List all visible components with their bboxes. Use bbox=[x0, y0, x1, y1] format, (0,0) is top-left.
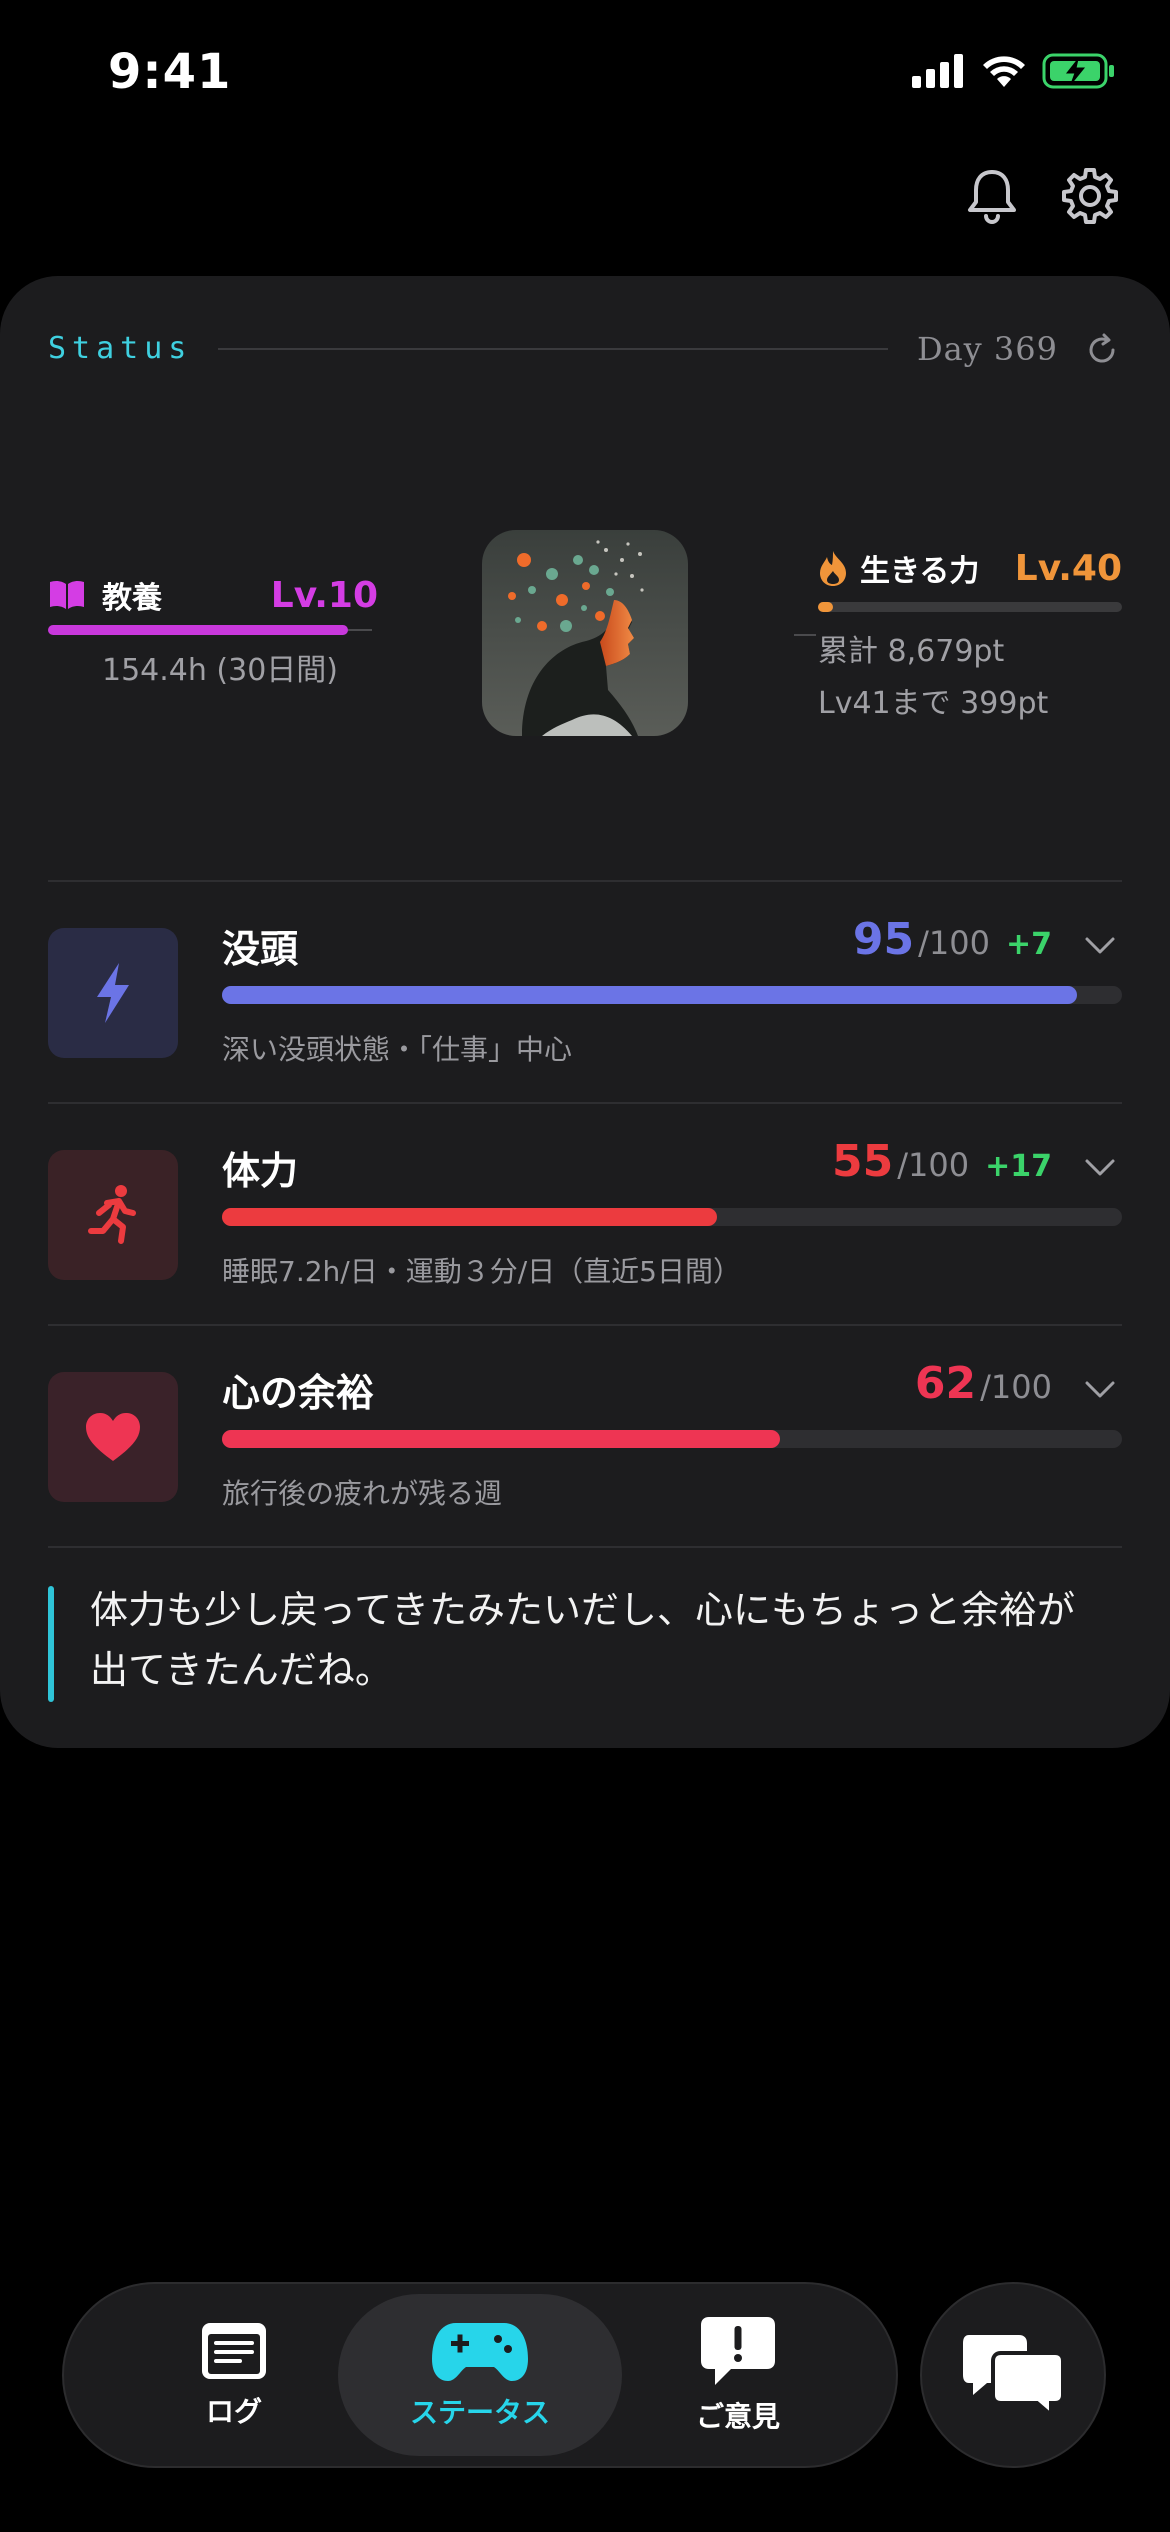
immersion-icon-tile bbox=[48, 928, 178, 1058]
day-counter: Day 369 bbox=[916, 330, 1058, 368]
settings-button[interactable] bbox=[1054, 160, 1126, 232]
assistant-comment: 体力も少し戻ってきたみたいだし、心にもちょっと余裕が出てきたんだね。 bbox=[48, 1586, 1108, 1702]
stat-row-composure[interactable]: 心の余裕 62 /100 旅行後の疲れが残る週 bbox=[48, 1326, 1122, 1546]
stat-name: 没頭 bbox=[222, 927, 299, 971]
stat-progress-bar bbox=[222, 1430, 1122, 1448]
score-delta: +17 bbox=[985, 1149, 1052, 1184]
score-max: /100 bbox=[897, 1146, 970, 1184]
stat-note: 深い没頭状態・「仕事」中心 bbox=[222, 1033, 573, 1066]
stat-progress-fill bbox=[222, 1208, 717, 1226]
avatar-image bbox=[482, 530, 688, 736]
chat-button[interactable] bbox=[920, 2282, 1106, 2468]
stat-row-immersion[interactable]: 没頭 95 /100 +7 深い没頭状態・「仕事」中心 bbox=[48, 882, 1122, 1102]
comment-text: 体力も少し戻ってきたみたいだし、心にもちょっと余裕が出てきたんだね。 bbox=[90, 1588, 1075, 1692]
culture-hours: 154.4h (30日間) bbox=[102, 653, 339, 688]
tab-feedback-label: ご意見 bbox=[695, 2400, 780, 2433]
running-icon bbox=[88, 1185, 136, 1244]
connector-line-left bbox=[348, 629, 372, 631]
culture-progress-bar bbox=[48, 625, 348, 635]
life-power-progress-bar bbox=[818, 602, 1122, 612]
log-icon bbox=[202, 2323, 266, 2379]
life-power-label: 生きる力 bbox=[860, 554, 980, 589]
stat-score: 95 /100 +7 bbox=[853, 914, 1052, 965]
quote-accent-bar bbox=[48, 1586, 54, 1702]
tab-feedback[interactable]: ご意見 bbox=[668, 2284, 808, 2466]
life-power-level-value: Lv.40 bbox=[1014, 547, 1122, 589]
life-power-level: 生きる力 Lv.40 累計 8,679pt Lv41まで 399pt bbox=[818, 544, 1122, 730]
bell-icon bbox=[968, 170, 1016, 224]
system-status-bar: 9:41 bbox=[0, 0, 1170, 140]
refresh-icon[interactable] bbox=[1084, 332, 1120, 368]
stat-note: 睡眠7.2h/日・運動３分/日（直近5日間） bbox=[222, 1255, 741, 1288]
section-divider bbox=[48, 1546, 1122, 1548]
chevron-down-icon[interactable] bbox=[1082, 1372, 1118, 1408]
feedback-icon bbox=[701, 2317, 775, 2385]
culture-level-value: Lv.10 bbox=[270, 574, 378, 616]
book-icon bbox=[50, 580, 84, 609]
chevron-down-icon[interactable] bbox=[1082, 928, 1118, 964]
score-max: /100 bbox=[918, 924, 990, 962]
stat-progress-fill bbox=[222, 1430, 780, 1448]
stat-score: 55 /100 +17 bbox=[832, 1136, 1052, 1187]
status-card: Status Day 369 教養 Lv.10 154.4h (30日間) 生き… bbox=[0, 276, 1170, 1748]
score-delta: +7 bbox=[1005, 927, 1052, 962]
chat-bubbles-icon bbox=[963, 2335, 1065, 2417]
connector-line-right bbox=[794, 634, 816, 636]
stat-progress-bar bbox=[222, 1208, 1122, 1226]
tab-status[interactable]: ステータス bbox=[338, 2284, 622, 2466]
life-power-total: 累計 8,679pt bbox=[818, 634, 1005, 669]
header-divider bbox=[218, 348, 888, 350]
culture-label: 教養 bbox=[102, 581, 162, 616]
stat-name: 心の余裕 bbox=[222, 1371, 375, 1415]
stat-progress-bar bbox=[222, 986, 1122, 1004]
card-header: Status Day 369 bbox=[48, 324, 1120, 374]
stat-row-stamina[interactable]: 体力 55 /100 +17 睡眠7.2h/日・運動３分/日（直近5日間） bbox=[48, 1104, 1122, 1324]
tab-bar: ログ ステータス ご意見 bbox=[62, 2282, 898, 2468]
life-power-next: Lv41まで 399pt bbox=[818, 686, 1049, 721]
score-value: 62 bbox=[914, 1358, 977, 1409]
avatar[interactable] bbox=[482, 530, 688, 736]
stamina-icon-tile bbox=[48, 1150, 178, 1280]
status-screen: 9:41 Status Day 369 教養 Lv.10 154.4h (30日… bbox=[0, 0, 1170, 2532]
flame-icon bbox=[820, 551, 846, 586]
score-value: 95 bbox=[852, 914, 915, 965]
culture-level: 教養 Lv.10 154.4h (30日間) bbox=[48, 571, 378, 689]
wifi-icon bbox=[983, 56, 1025, 87]
life-power-progress-fill bbox=[818, 602, 834, 612]
composure-icon-tile bbox=[48, 1372, 178, 1502]
notifications-button[interactable] bbox=[956, 160, 1028, 232]
life-power-details: 累計 8,679pt Lv41まで 399pt bbox=[818, 626, 1122, 730]
stat-name: 体力 bbox=[222, 1149, 299, 1193]
lightning-icon bbox=[97, 963, 129, 1023]
status-icons bbox=[912, 52, 1116, 90]
tab-status-label: ステータス bbox=[409, 2396, 550, 2429]
tab-log-label: ログ bbox=[205, 2395, 262, 2428]
score-max: /100 bbox=[980, 1368, 1052, 1406]
chevron-down-icon[interactable] bbox=[1082, 1150, 1118, 1186]
tab-log[interactable]: ログ bbox=[164, 2284, 304, 2466]
stat-score: 62 /100 bbox=[915, 1358, 1052, 1409]
stat-note: 旅行後の疲れが残る週 bbox=[222, 1477, 503, 1510]
score-value: 55 bbox=[832, 1136, 894, 1187]
card-title: Status bbox=[48, 331, 193, 366]
battery-icon bbox=[1042, 53, 1114, 89]
clock: 9:41 bbox=[108, 44, 232, 100]
gear-icon bbox=[1062, 168, 1118, 224]
gamepad-icon bbox=[432, 2323, 528, 2381]
signal-icon bbox=[912, 54, 963, 88]
heart-icon bbox=[86, 1413, 140, 1461]
stat-progress-fill bbox=[222, 986, 1077, 1004]
